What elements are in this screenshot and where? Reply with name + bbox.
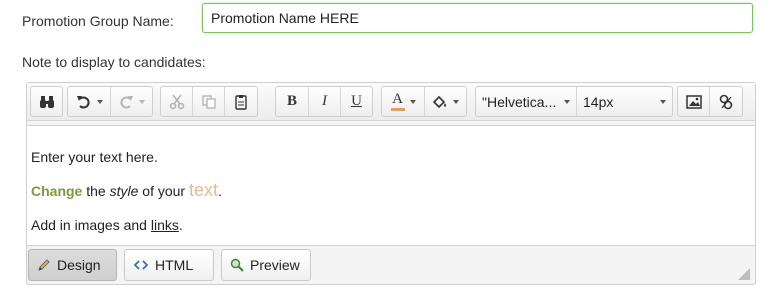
- binoculars-icon: [39, 95, 55, 109]
- copy-icon: [201, 94, 217, 110]
- chevron-down-icon: [660, 99, 666, 104]
- cut-button[interactable]: [161, 87, 193, 116]
- redo-icon: [118, 94, 134, 110]
- paste-button[interactable]: [225, 87, 257, 116]
- content-line-1: Enter your text here.: [31, 149, 158, 165]
- color-group: A: [381, 86, 467, 117]
- chevron-down-icon: [453, 99, 459, 104]
- content-text: the: [82, 183, 110, 199]
- redo-button[interactable]: [111, 87, 152, 116]
- chevron-down-icon: [139, 99, 145, 104]
- content-text: Add in images and: [31, 217, 151, 233]
- html-mode-label: HTML: [155, 257, 194, 273]
- font-color-icon: A: [390, 92, 405, 111]
- chevron-down-icon: [409, 99, 416, 104]
- resize-grip-icon[interactable]: [738, 267, 750, 280]
- magnifier-icon: [230, 258, 244, 272]
- font-family-value: "Helvetica...: [482, 93, 557, 110]
- undo-button[interactable]: [68, 87, 111, 116]
- design-mode-button[interactable]: Design: [28, 249, 117, 281]
- font-color-button[interactable]: A: [382, 87, 425, 116]
- paste-icon: [233, 94, 249, 110]
- code-icon: [133, 259, 149, 271]
- preview-mode-label: Preview: [250, 257, 300, 273]
- italic-button[interactable]: I: [309, 87, 341, 116]
- image-icon: [685, 94, 702, 109]
- promotion-group-name-input[interactable]: [202, 3, 753, 33]
- insert-image-button[interactable]: [678, 87, 710, 116]
- style-word: style: [109, 183, 139, 199]
- link-icon: [718, 94, 734, 110]
- cut-icon: [169, 94, 185, 110]
- content-text: .: [218, 183, 222, 199]
- underline-button[interactable]: U: [341, 87, 372, 116]
- undo-icon: [76, 94, 92, 110]
- history-group: [67, 86, 153, 117]
- find-button[interactable]: [31, 87, 62, 116]
- content-text: of your: [138, 183, 189, 199]
- rich-text-editor: B I U A "Helvetica... 14px Enter your te…: [26, 82, 756, 285]
- text-word: text: [188, 180, 218, 200]
- clipboard-group: [160, 86, 258, 117]
- font-size-select[interactable]: 14px: [577, 87, 672, 116]
- insert-link-button[interactable]: [710, 87, 742, 116]
- highlight-icon: [432, 95, 448, 109]
- chevron-down-icon: [564, 99, 570, 104]
- promotion-group-name-label: Promotion Group Name:: [22, 13, 174, 29]
- links-link[interactable]: links: [151, 217, 179, 233]
- format-group: B I U: [275, 86, 373, 117]
- content-text: .: [178, 217, 183, 233]
- editor-mode-bar: Design HTML Preview: [27, 248, 755, 284]
- preview-mode-button[interactable]: Preview: [221, 249, 311, 281]
- highlight-button[interactable]: [425, 87, 466, 116]
- content-line-3: Add in images and links.: [31, 217, 183, 233]
- copy-button[interactable]: [193, 87, 225, 116]
- html-mode-button[interactable]: HTML: [124, 249, 214, 281]
- note-label: Note to display to candidates:: [22, 54, 206, 70]
- editor-toolbar: B I U A "Helvetica... 14px: [27, 83, 755, 121]
- font-family-select[interactable]: "Helvetica...: [476, 87, 577, 116]
- change-word: Change: [31, 183, 83, 199]
- bold-button[interactable]: B: [276, 87, 309, 116]
- find-group: [30, 86, 63, 117]
- chevron-down-icon: [96, 99, 103, 104]
- editor-content-area[interactable]: Enter your text here. Change the style o…: [27, 125, 755, 246]
- insert-group: [677, 86, 743, 117]
- font-size-value: 14px: [583, 93, 614, 110]
- pencil-icon: [37, 258, 51, 272]
- content-line-2: Change the style of your text.: [31, 180, 222, 201]
- font-select-group: "Helvetica... 14px: [475, 86, 673, 117]
- design-mode-label: Design: [57, 257, 101, 273]
